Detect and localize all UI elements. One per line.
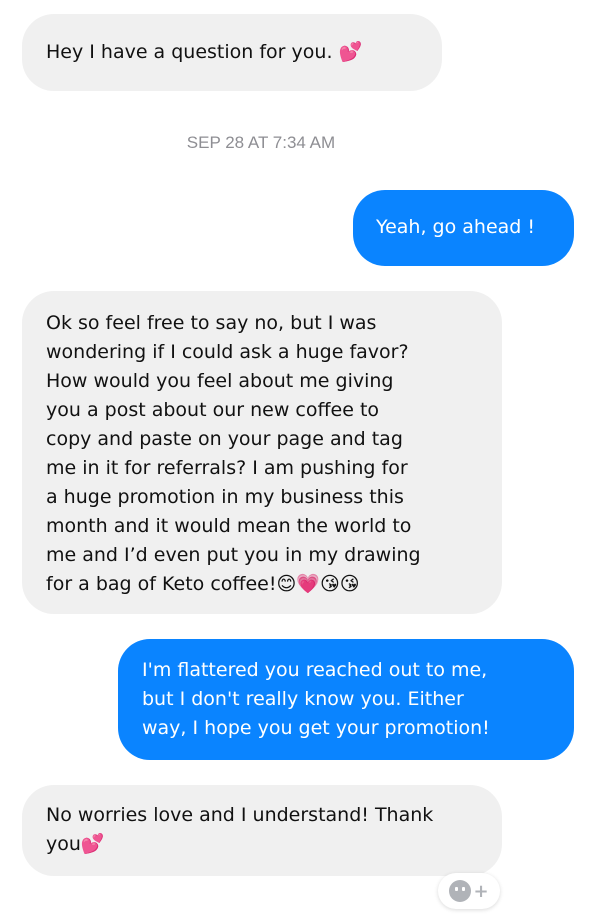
add-reaction-button[interactable]: + [438,873,500,909]
message-bubble-incoming[interactable]: Ok so feel free to say no, but I was won… [22,291,502,614]
message-bubble-outgoing[interactable]: Yeah, go ahead ! [353,190,574,266]
timestamp: SEP 28 AT 7:34 AM [186,133,336,152]
message-bubble-outgoing[interactable]: I'm flattered you reached out to me, but… [118,639,574,760]
message-bubble-incoming[interactable]: No worries love and I understand! Thank … [22,785,502,876]
plus-icon: + [473,880,489,902]
smiley-icon [449,880,472,902]
message-bubble-incoming[interactable]: Hey I have a question for you. 💕 [22,14,442,91]
